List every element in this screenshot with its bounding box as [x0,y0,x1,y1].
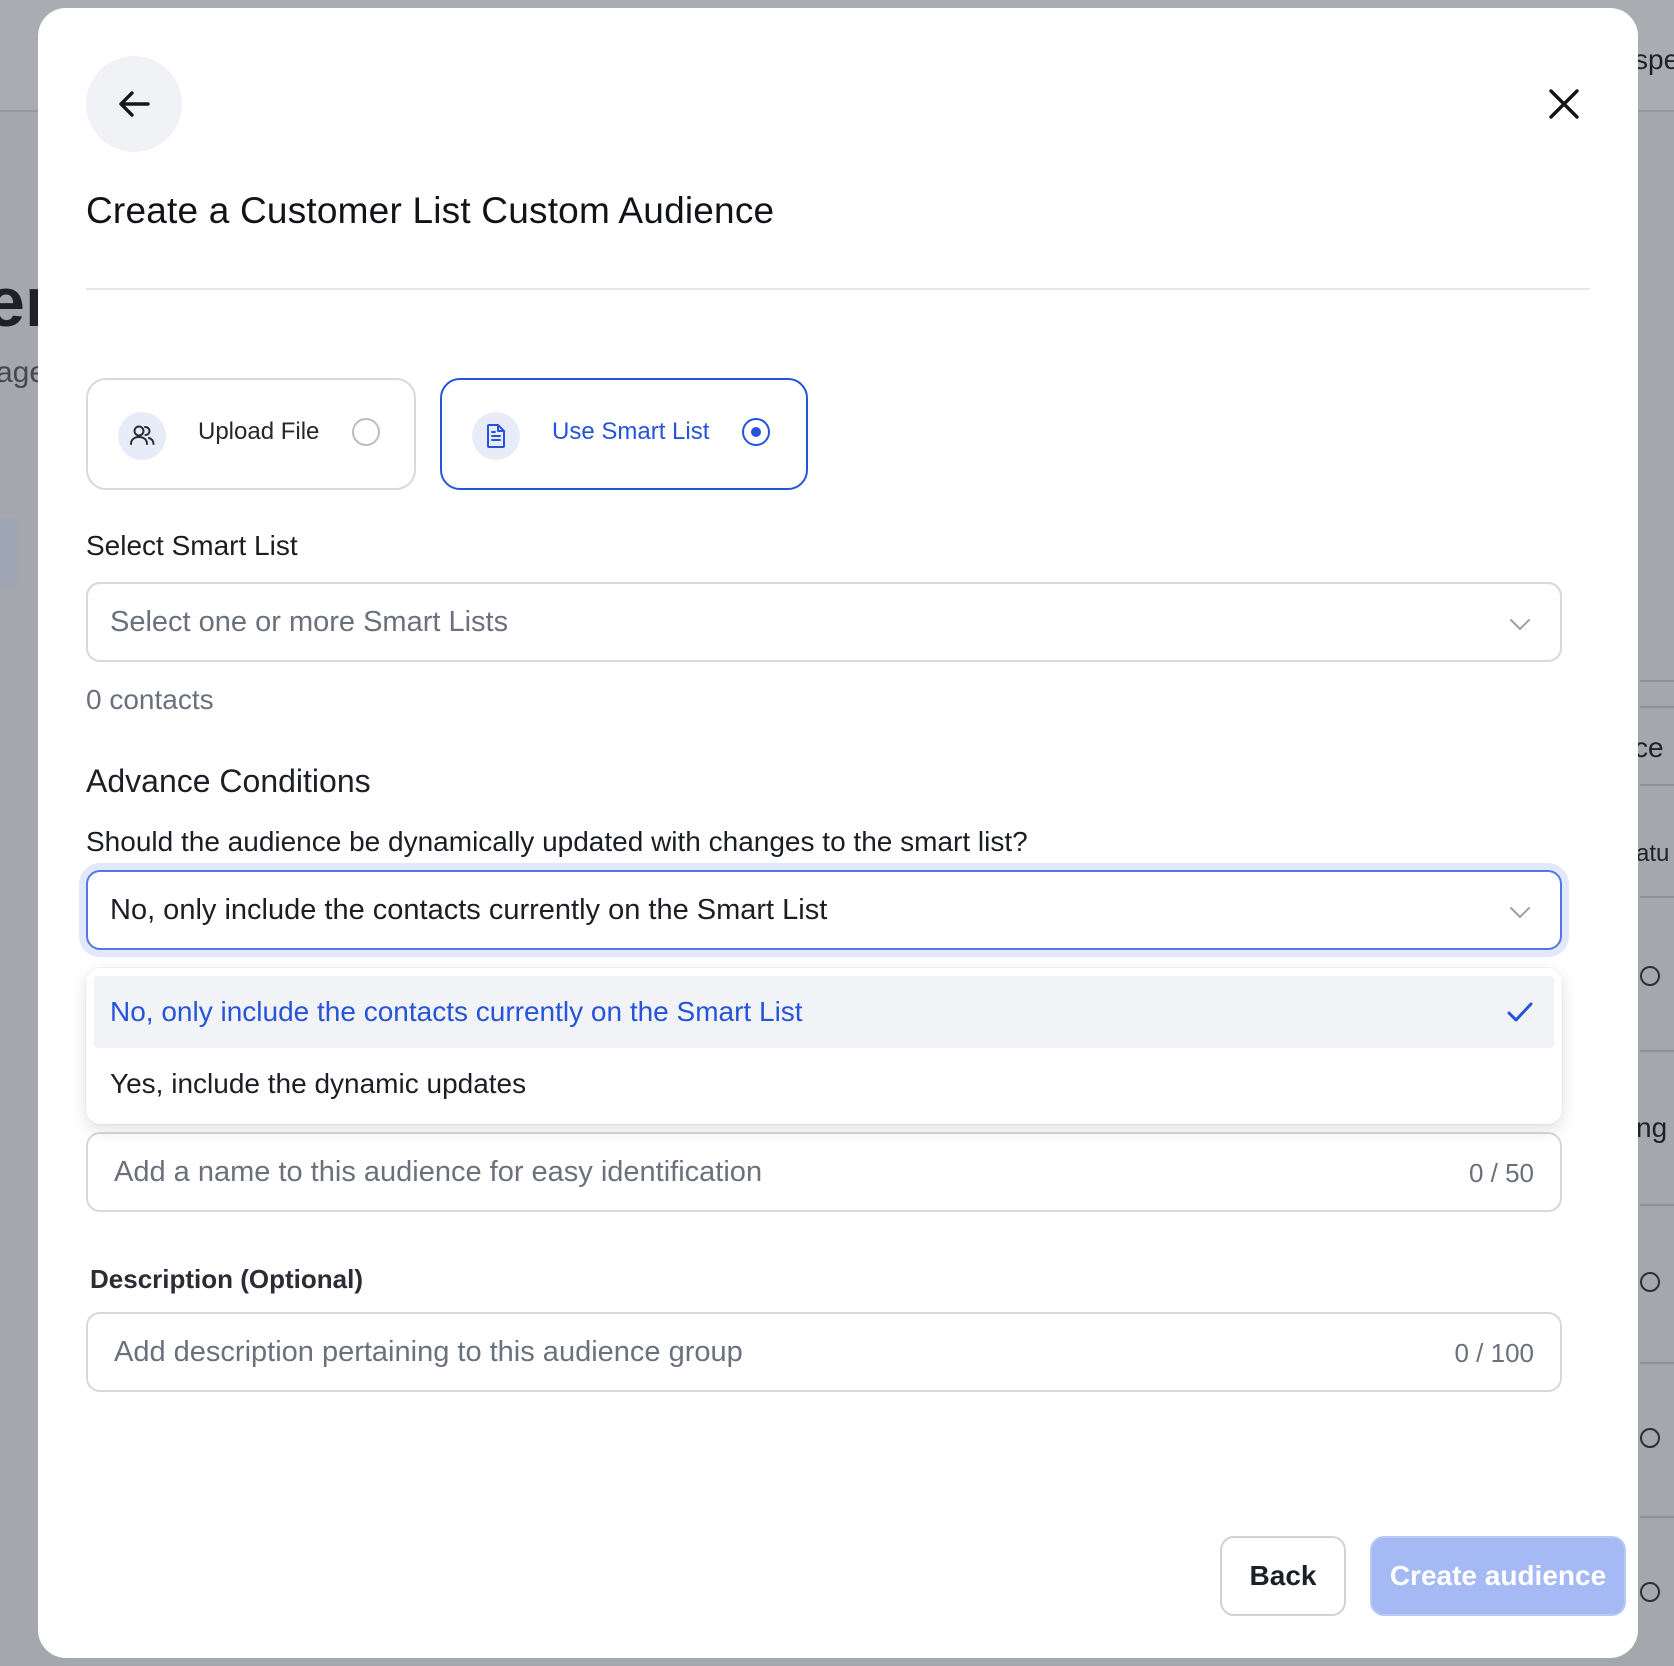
background-divider [1640,1516,1674,1518]
checkmark-icon [1507,1002,1533,1022]
background-divider [1640,896,1674,898]
description-input[interactable]: Add description pertaining to this audie… [86,1312,1562,1392]
info-icon [1640,1272,1660,1292]
upload-file-radio[interactable] [352,418,380,446]
background-fragment-atu: atu [1636,840,1670,867]
dropdown-option-no[interactable]: No, only include the contacts currently … [94,976,1554,1048]
create-audience-button[interactable]: Create audience [1370,1536,1626,1616]
dropdown-option-label: No, only include the contacts currently … [110,996,803,1027]
back-button[interactable]: Back [1220,1536,1346,1616]
arrow-left-icon [119,91,150,117]
close-icon [1549,89,1579,119]
dynamic-update-select[interactable]: No, only include the contacts currently … [86,870,1562,950]
background-divider [1640,680,1674,682]
description-placeholder: Add description pertaining to this audie… [114,1336,743,1368]
modal-title: Create a Customer List Custom Audience [86,190,775,231]
document-icon [472,412,520,460]
dropdown-option-yes[interactable]: Yes, include the dynamic updates [94,1048,1554,1120]
advance-conditions-title: Advance Conditions [86,763,371,799]
info-icon [1640,1582,1660,1602]
dynamic-update-dropdown: No, only include the contacts currently … [86,968,1562,1124]
smart-list-select[interactable]: Select one or more Smart Lists [86,582,1562,662]
background-divider [1640,1050,1674,1052]
background-divider [1640,1204,1674,1206]
dynamic-update-selected-value: No, only include the contacts currently … [110,894,828,926]
audience-name-placeholder: Add a name to this audience for easy ide… [114,1156,763,1188]
background-fragment-ce: ce [1634,732,1664,763]
background-divider [1640,706,1674,708]
description-label: Description (Optional) [90,1264,363,1294]
background-divider [1640,784,1674,786]
title-divider [86,288,1590,290]
audience-name-counter: 0 / 50 [1468,1158,1534,1188]
dynamic-update-question: Should the audience be dynamically updat… [86,826,1028,857]
contacts-count: 0 contacts [86,684,214,715]
background-fragment-ng: ng [1636,1112,1668,1143]
background-block [0,518,18,588]
description-counter: 0 / 100 [1454,1338,1534,1368]
use-smart-list-option[interactable]: Use Smart List [440,378,808,490]
select-smart-list-label: Select Smart List [86,530,298,561]
smart-list-placeholder: Select one or more Smart Lists [110,606,509,638]
audience-name-input[interactable]: Add a name to this audience for easy ide… [86,1132,1562,1212]
close-button[interactable] [1544,84,1584,124]
dropdown-option-label: Yes, include the dynamic updates [110,1068,527,1099]
use-smart-list-radio[interactable] [742,418,770,446]
info-icon [1640,1428,1660,1448]
upload-file-option[interactable]: Upload File [86,378,416,490]
background-fragment-top-right: spe [1634,44,1674,75]
back-arrow-button[interactable] [86,56,182,152]
background-divider [1640,1362,1674,1364]
upload-file-label: Upload File [198,418,320,445]
create-audience-modal: Create a Customer List Custom Audience U… [38,8,1638,1658]
chevron-down-icon [1510,907,1530,918]
info-icon [1640,966,1660,986]
users-icon [118,412,166,460]
use-smart-list-label: Use Smart List [552,418,710,445]
chevron-down-icon [1510,619,1530,630]
